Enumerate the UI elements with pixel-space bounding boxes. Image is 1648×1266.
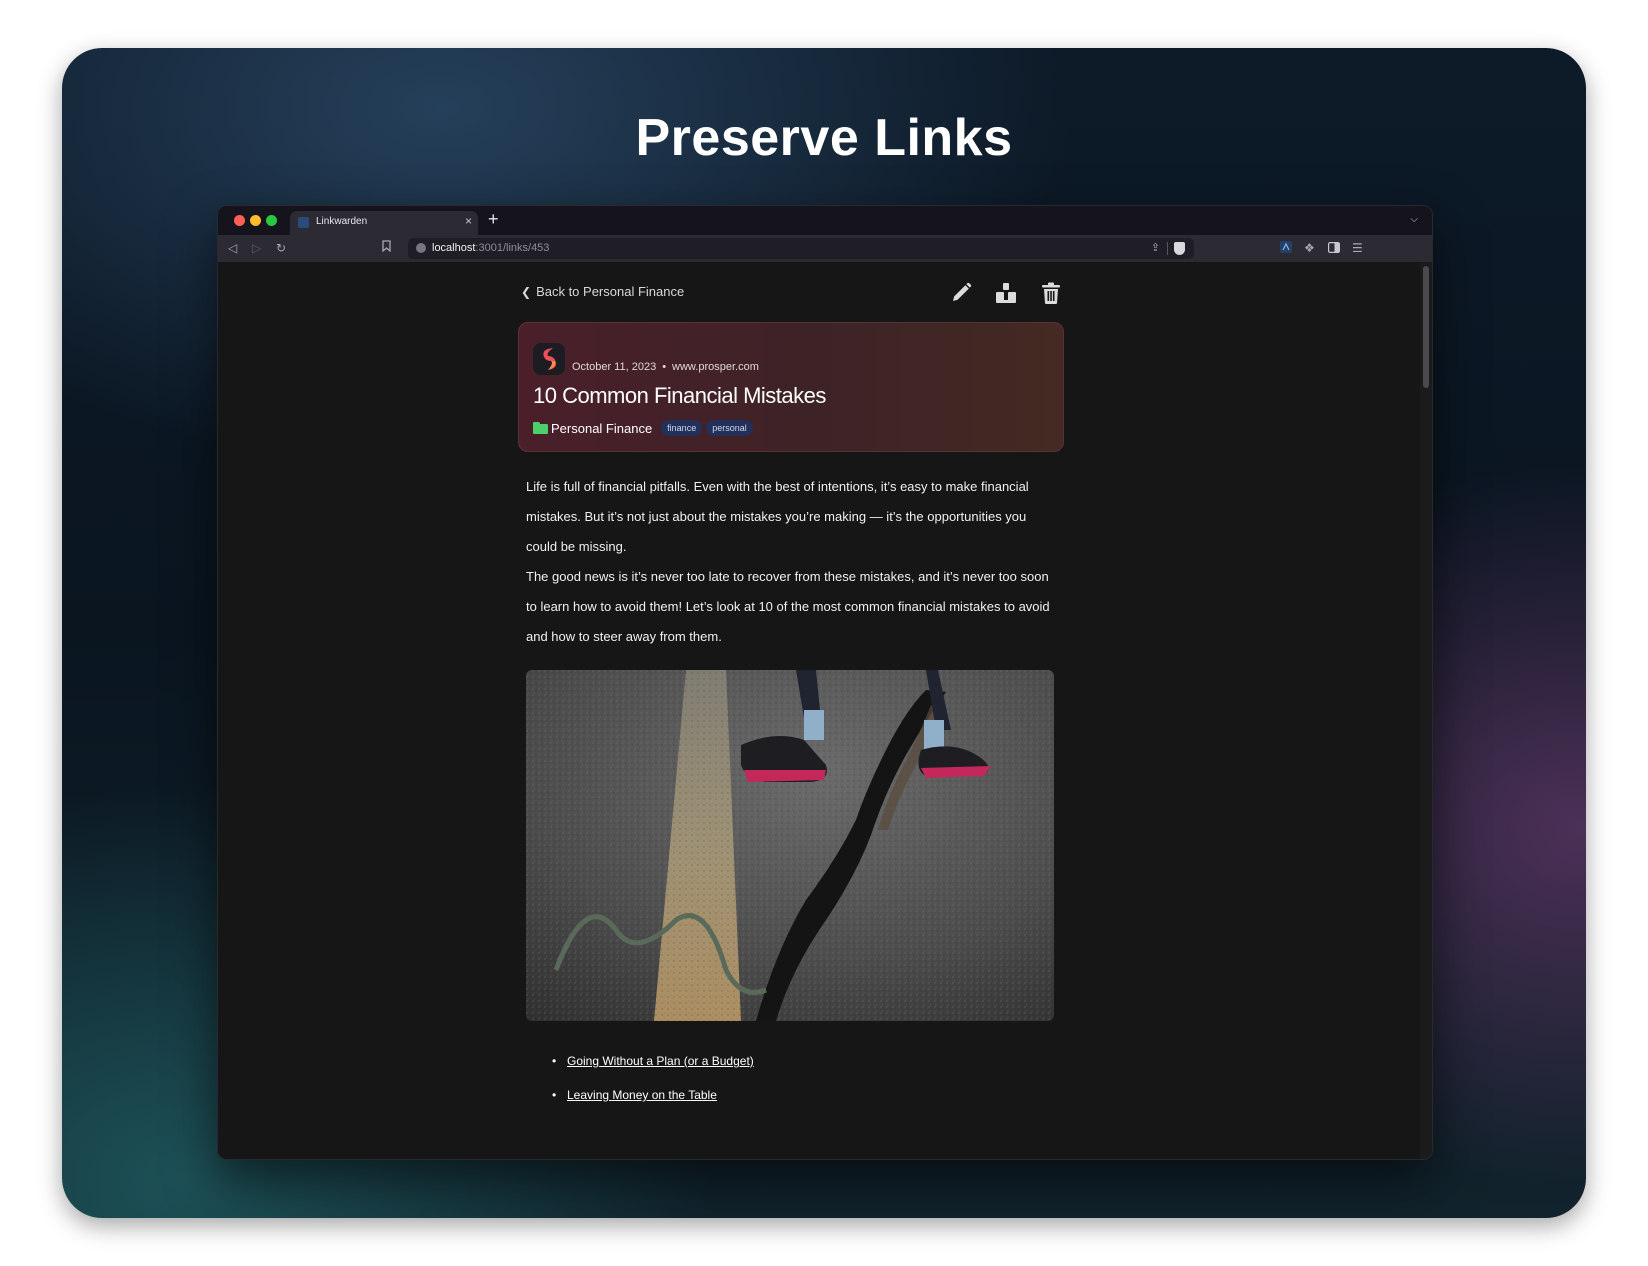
chevron-left-icon: ❮	[521, 285, 532, 299]
article-image	[526, 670, 1054, 1021]
delete-button[interactable]	[1038, 280, 1064, 306]
article-link[interactable]: Leaving Money on the Table	[567, 1088, 717, 1102]
share-icon[interactable]: ⇪	[1151, 241, 1160, 254]
folder-icon	[533, 422, 548, 434]
vertical-scrollbar[interactable]	[1420, 262, 1432, 1159]
address-divider	[1167, 242, 1168, 255]
archive-boxes-icon	[996, 283, 1016, 303]
page-content: ❮ Back to Personal Finance October 11, 2…	[218, 262, 1420, 1159]
tag-personal[interactable]: personal	[706, 420, 753, 436]
article-link-list: Going Without a Plan (or a Budget) Leavi…	[552, 1048, 754, 1116]
tab-bar: Linkwarden × + ⌵	[218, 206, 1432, 235]
url-text[interactable]: localhost:3001/links/453	[432, 242, 549, 254]
forward-arrow-icon[interactable]: ▷	[252, 240, 261, 256]
bookmark-icon[interactable]	[382, 240, 391, 256]
article-body: Life is full of financial pitfalls. Even…	[526, 472, 1056, 652]
linkwarden-favicon-icon	[298, 217, 309, 228]
link-domain[interactable]: www.prosper.com	[672, 361, 759, 373]
new-tab-button[interactable]: +	[488, 209, 499, 229]
collection-row: Personal Finance finance personal	[533, 419, 757, 437]
link-details-card: October 11, 2023 • www.prosper.com 10 Comm…	[518, 322, 1064, 452]
linkwarden-extension-icon[interactable]	[1280, 241, 1292, 257]
article-link[interactable]: Going Without a Plan (or a Budget)	[567, 1054, 754, 1068]
article-paragraph: The good news is it’s never too late to …	[526, 569, 1050, 644]
trash-icon	[1042, 282, 1060, 304]
browser-window: Linkwarden × + ⌵ ◁ ▷ ↻ localhost:3001/li…	[217, 205, 1433, 1160]
link-meta: October 11, 2023 • www.prosper.com	[572, 361, 759, 373]
list-item: Leaving Money on the Table	[552, 1082, 754, 1116]
tab-title: Linkwarden	[316, 216, 368, 227]
page-headline: Preserve Links	[635, 109, 1013, 167]
browser-toolbar: ◁ ▷ ↻ localhost:3001/links/453 ⇪ ❖ ☰	[218, 235, 1432, 262]
site-info-icon[interactable]	[416, 243, 426, 253]
sidebar-toggle-icon[interactable]	[1328, 241, 1341, 257]
extensions-puzzle-icon[interactable]: ❖	[1304, 240, 1315, 256]
back-arrow-icon[interactable]: ◁	[228, 240, 237, 256]
address-bar[interactable]: localhost:3001/links/453 ⇪	[408, 238, 1194, 259]
tab-close-icon[interactable]: ×	[465, 214, 472, 228]
maximize-window-button[interactable]	[266, 215, 277, 226]
link-title: 10 Common Financial Mistakes	[533, 383, 826, 408]
prosper-logo-icon	[533, 343, 565, 375]
close-window-button[interactable]	[234, 215, 245, 226]
minimize-window-button[interactable]	[250, 215, 261, 226]
hero-card: Preserve Links Linkwarden × + ⌵ ◁ ▷ ↻ lo…	[62, 48, 1586, 1218]
scrollbar-thumb[interactable]	[1423, 266, 1429, 388]
tag-finance[interactable]: finance	[661, 420, 703, 436]
edit-icon	[953, 282, 972, 301]
article-paragraph: Life is full of financial pitfalls. Even…	[526, 479, 1029, 554]
back-to-collection-link[interactable]: ❮ Back to Personal Finance	[521, 284, 684, 299]
browser-tab[interactable]: Linkwarden ×	[290, 211, 478, 235]
edit-button[interactable]	[948, 280, 974, 306]
menu-icon[interactable]: ☰	[1352, 240, 1363, 256]
brave-shield-icon[interactable]	[1174, 242, 1185, 255]
list-item: Going Without a Plan (or a Budget)	[552, 1048, 754, 1082]
meta-separator: •	[662, 361, 667, 373]
link-date: October 11, 2023	[572, 361, 657, 373]
collection-name[interactable]: Personal Finance	[551, 421, 652, 436]
reload-icon[interactable]: ↻	[276, 240, 286, 256]
preserved-formats-button[interactable]	[993, 280, 1019, 306]
tab-list-chevron-icon[interactable]: ⌵	[1410, 214, 1418, 225]
